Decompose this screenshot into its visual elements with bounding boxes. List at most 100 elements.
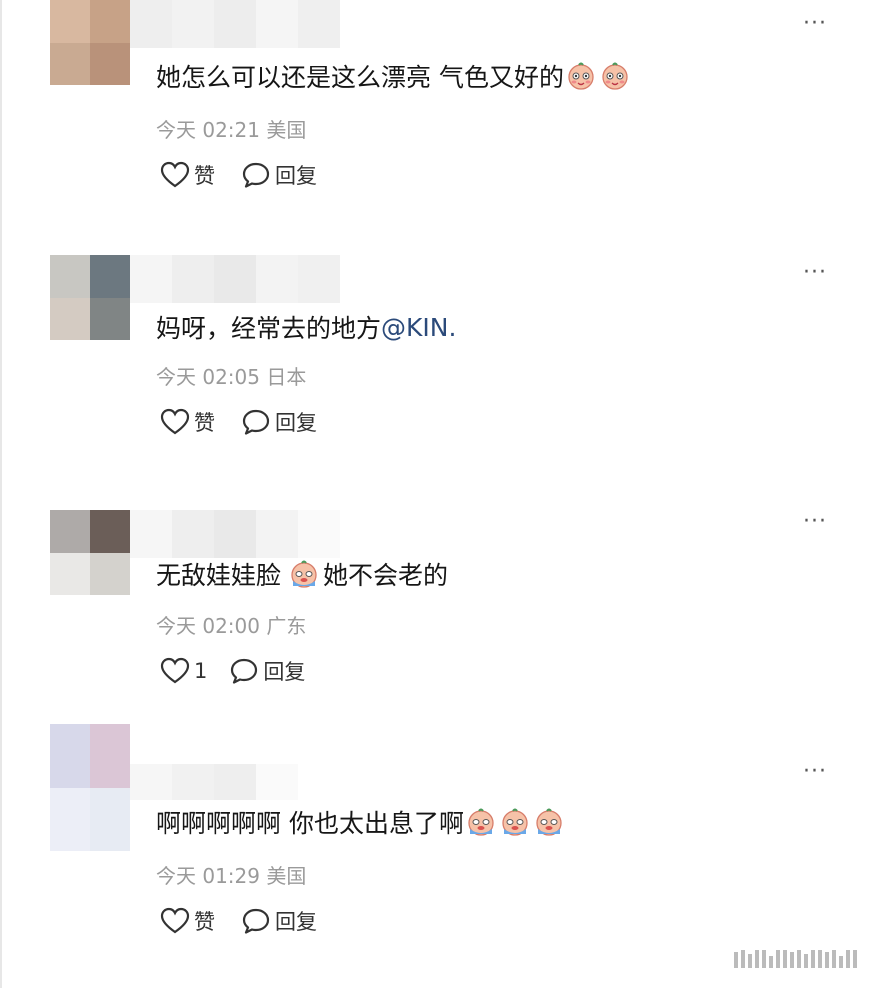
avatar-pixel [50,724,90,788]
comment-location: 美国 [266,118,307,142]
chat-bubble-icon [242,162,270,188]
comment-text: 啊啊啊啊啊 你也太出息了啊 [156,804,566,840]
comment-actions: 赞 回复 [160,906,317,936]
name-pixel [130,510,172,558]
avatar-pixel [90,0,130,43]
comment-text: 妈呀，经常去的地方 @KIN. [156,309,456,345]
reply-button[interactable]: 回复 [229,656,305,686]
comment-time: 今天 02:05 [156,365,260,389]
like-label: 赞 [194,411,215,435]
name-pixel [172,764,214,800]
comment-body: 她怎么可以还是这么漂亮 气色又好的 [156,63,564,92]
like-button[interactable]: 赞 [160,160,215,190]
reply-button[interactable]: 回复 [241,906,317,936]
crying-face-icon [534,807,564,837]
comment-location: 日本 [266,365,307,389]
comment-item: ··· 妈呀，经常去的地方 @KIN. 今天 02:05 日本 赞 回复 [0,255,875,503]
user-mention-link[interactable]: @KIN. [381,313,456,342]
comment-meta: 今天 02:21 美国 [156,114,306,143]
avatar-pixel [90,724,130,788]
reply-label: 回复 [263,660,306,684]
comment-time: 今天 01:29 [156,864,260,888]
avatar[interactable] [50,724,130,851]
name-pixel [130,0,172,48]
heart-icon [160,657,190,684]
comment-meta: 今天 02:00 广东 [156,610,306,639]
avatar-pixel [90,510,130,553]
name-pixel [256,764,298,800]
comment-location: 美国 [266,864,307,888]
avatar-pixel [50,42,90,85]
reply-label: 回复 [275,910,317,934]
name-pixel [256,510,298,558]
name-pixel [214,0,256,48]
heart-icon [160,907,190,934]
name-pixel [214,255,256,303]
avatar-pixel [50,510,90,553]
like-button[interactable]: 赞 [160,906,215,936]
more-options-button[interactable]: ··· [803,761,827,783]
comment-location: 广东 [266,614,307,638]
like-button[interactable]: 1 [160,657,207,685]
chat-bubble-icon [242,908,270,934]
avatar-pixel [90,552,130,595]
like-count: 1 [194,659,208,683]
comment-body: 啊啊啊啊啊 你也太出息了啊 [156,809,464,838]
comment-item: ··· 她怎么可以还是这么漂亮 气色又好的 今天 02:21 美国 赞 回复 [0,0,875,248]
name-pixel [214,764,256,800]
chat-bubble-icon [231,658,258,684]
name-pixel [172,255,214,303]
comment-item: ··· 无敌娃娃脸 她不会老的 今天 02:00 广东 1 回复 [0,510,875,758]
name-pixel [214,510,256,558]
comment-text: 她怎么可以还是这么漂亮 气色又好的 [156,58,632,94]
blushing-face-icon [566,61,596,91]
heart-icon [160,161,190,188]
more-options-button[interactable]: ··· [803,511,827,533]
name-pixel [256,255,298,303]
avatar-pixel [50,552,90,595]
avatar[interactable] [50,255,130,340]
reply-button[interactable]: 回复 [241,407,317,437]
name-pixel [130,255,172,303]
comment-time: 今天 02:00 [156,614,260,638]
comment-actions: 赞 回复 [160,160,317,190]
comment-item: ··· 啊啊啊啊啊 你也太出息了啊 今天 01:29 美国 赞 回复 [0,724,875,972]
like-label: 赞 [194,164,215,188]
name-pixel [172,510,214,558]
avatar-pixel [50,297,90,340]
username-blurred[interactable] [130,255,340,303]
name-pixel [256,0,298,48]
like-button[interactable]: 赞 [160,407,215,437]
avatar[interactable] [50,0,130,85]
username-blurred[interactable] [130,0,340,48]
comment-actions: 赞 回复 [160,407,317,437]
reply-label: 回复 [275,164,317,188]
more-options-button[interactable]: ··· [803,13,827,35]
comment-time: 今天 02:21 [156,118,260,142]
name-pixel [130,764,172,800]
comment-body-end: 她不会老的 [323,561,449,590]
avatar[interactable] [50,510,130,595]
comment-body-start: 无敌娃娃脸 [156,561,282,590]
like-label: 赞 [194,910,215,934]
avatar-pixel [50,255,90,298]
name-pixel [298,255,340,303]
avatar-pixel [90,787,130,851]
username-blurred[interactable] [130,510,340,558]
avatar-pixel [50,787,90,851]
comment-meta: 今天 01:29 美国 [156,860,306,889]
comment-meta: 今天 02:05 日本 [156,361,306,390]
crying-face-icon [500,807,530,837]
comment-text: 无敌娃娃脸 她不会老的 [156,556,448,592]
username-blurred[interactable] [130,764,298,800]
comment-body: 妈呀，经常去的地方 [156,314,382,343]
watermark-barcode [734,950,857,968]
chat-bubble-icon [242,409,270,435]
avatar-pixel [90,297,130,340]
avatar-pixel [90,255,130,298]
heart-icon [160,408,190,435]
name-pixel [172,0,214,48]
comment-actions: 1 回复 [160,656,305,686]
reply-button[interactable]: 回复 [241,160,317,190]
more-options-button[interactable]: ··· [803,262,827,284]
